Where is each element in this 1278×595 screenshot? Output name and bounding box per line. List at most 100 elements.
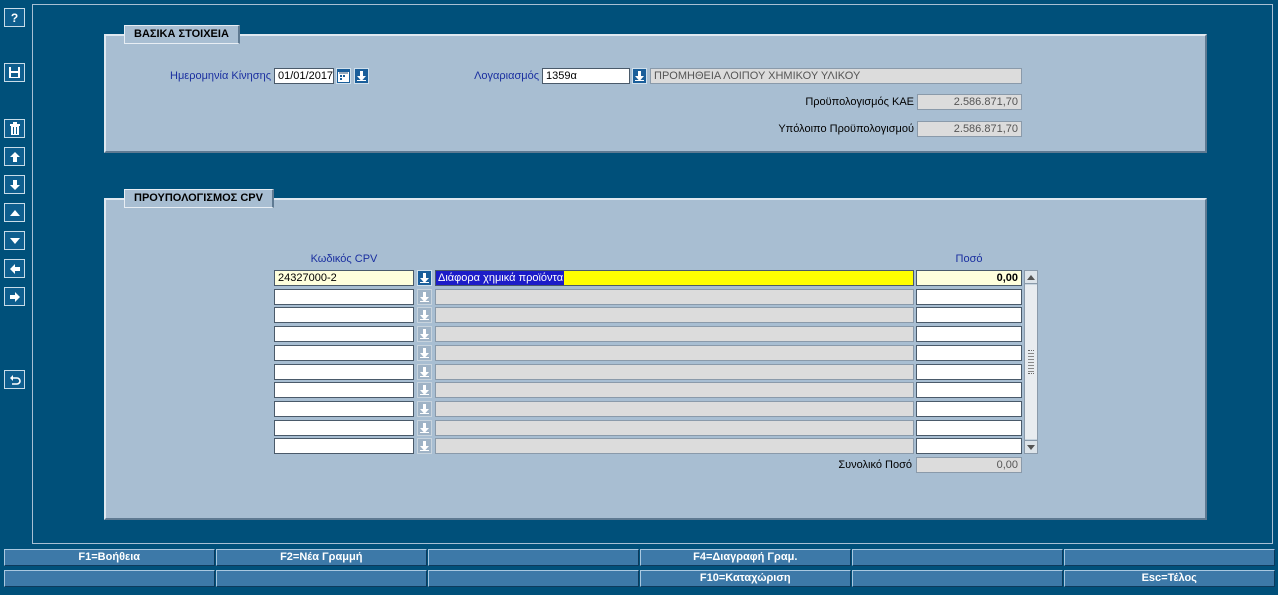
amount-column-header: Ποσό [955,253,983,265]
function-key-row1-1[interactable]: F1=Βοήθεια [4,549,215,566]
help-button[interactable]: ? [4,8,25,27]
cpv-lov-button[interactable] [417,419,432,436]
cpv-code-field[interactable] [274,344,414,361]
cpv-code-field[interactable]: 24327000-2 [274,270,414,286]
function-key-row2-1[interactable] [4,570,215,587]
save-icon [9,67,20,78]
undo-icon [9,374,21,385]
cpv-code-field[interactable] [274,400,414,417]
function-key-row1-4[interactable]: F4=Διαγραφή Γραμ. [640,549,851,566]
cpv-code-field[interactable] [274,382,414,399]
previous-block-icon [9,263,20,274]
selected-text: Διάφορα χημικά προϊόντα [436,271,565,285]
next-record-button[interactable] [4,231,25,250]
cpv-description-field [435,326,914,343]
arrow-down-icon [420,329,429,340]
first-record-icon [9,151,20,162]
undo-button[interactable] [4,370,25,389]
arrow-down-icon [635,71,644,81]
budget-field: 2.586.871,70 [917,94,1022,110]
amount-field[interactable] [916,419,1022,436]
delete-button[interactable] [4,119,25,138]
arrow-down-icon [420,441,429,452]
cpv-code-field[interactable] [274,363,414,380]
budget-label: Προϋπολογισμός ΚΑΕ [805,96,914,108]
cpv-description-field [435,307,914,324]
cpv-description-field [435,438,914,455]
cpv-description-field [435,419,914,436]
arrow-down-icon [357,71,366,81]
arrow-down-icon [420,273,429,283]
function-key-row2-4[interactable]: F10=Καταχώριση [640,570,851,587]
next-record-icon [9,237,20,244]
first-record-button[interactable] [4,147,25,166]
amount-field[interactable] [916,438,1022,455]
calendar-button[interactable] [336,68,351,84]
save-button[interactable] [4,63,25,82]
cpv-lov-button[interactable] [417,438,432,455]
amount-field[interactable]: 0,00 [916,270,1022,286]
remaining-field: 2.586.871,70 [917,121,1022,137]
previous-record-button[interactable] [4,203,25,222]
function-key-row2-6[interactable]: Esc=Τέλος [1064,570,1275,587]
function-key-row2-5[interactable] [852,570,1063,587]
scroll-down-button[interactable] [1025,440,1037,453]
last-record-button[interactable] [4,175,25,194]
cpv-lov-button[interactable] [417,344,432,361]
cpv-description-field [435,288,914,305]
cpv-code-column-header: Κωδικός CPV [310,253,378,265]
function-key-row1-5[interactable] [852,549,1063,566]
account-lov-button[interactable] [632,68,647,84]
function-key-row1-6[interactable] [1064,549,1275,566]
total-label: Συνολικό Ποσό [838,459,912,471]
function-key-row2-2[interactable] [216,570,427,587]
function-key-row1-3[interactable] [428,549,639,566]
amount-field[interactable] [916,307,1022,324]
chevron-up-icon [1027,274,1035,280]
cpv-description-field[interactable]: Διάφορα χημικά προϊόντα [435,270,914,286]
amount-field[interactable] [916,363,1022,380]
amount-field[interactable] [916,288,1022,305]
account-description-field: ΠΡΟΜΗΘΕΙΑ ΛΟΙΠΟΥ ΧΗΜΙΚΟΥ ΥΛΙΚΟΥ [650,68,1022,84]
cpv-title: ΠΡΟΥΠΟΛΟΓΙΣΜΟΣ CPV [124,189,274,208]
total-amount-field: 0,00 [916,457,1022,473]
help-icon: ? [10,10,19,25]
previous-block-button[interactable] [4,259,25,278]
calendar-icon [338,71,349,82]
next-block-button[interactable] [4,287,25,306]
cpv-code-field[interactable] [274,438,414,455]
cpv-scrollbar[interactable] [1024,270,1038,454]
date-label: Ημερομηνία Κίνησης [170,70,271,82]
account-label: Λογαριασμός [474,70,539,82]
cpv-lov-button[interactable] [417,326,432,343]
amount-field[interactable] [916,400,1022,417]
cpv-lov-button[interactable] [417,270,432,286]
arrow-down-icon [420,310,429,321]
function-key-row1-2[interactable]: F2=Νέα Γραμμή [216,549,427,566]
cpv-lov-button[interactable] [417,363,432,380]
amount-field[interactable] [916,344,1022,361]
cpv-code-field[interactable] [274,419,414,436]
cpv-description-field [435,400,914,417]
date-field[interactable]: 01/01/2017 [274,68,334,84]
cpv-code-field[interactable] [274,307,414,324]
basic-info-title: ΒΑΣΙΚΑ ΣΤΟΙΧΕΙΑ [124,25,240,44]
scroll-thumb[interactable] [1025,285,1037,439]
account-field[interactable]: 1359α [542,68,630,84]
last-record-icon [9,179,20,190]
function-key-row2-3[interactable] [428,570,639,587]
cpv-lov-button[interactable] [417,382,432,399]
cpv-code-field[interactable] [274,326,414,343]
arrow-down-icon [420,403,429,414]
cpv-description-field [435,382,914,399]
cpv-lov-button[interactable] [417,288,432,305]
cpv-code-field[interactable] [274,288,414,305]
arrow-down-icon [420,422,429,433]
date-lov-button[interactable] [354,68,369,84]
amount-field[interactable] [916,326,1022,343]
cpv-lov-button[interactable] [417,400,432,417]
cpv-lov-button[interactable] [417,307,432,324]
amount-field[interactable] [916,382,1022,399]
chevron-down-icon [1027,444,1035,450]
scroll-up-button[interactable] [1025,271,1037,284]
